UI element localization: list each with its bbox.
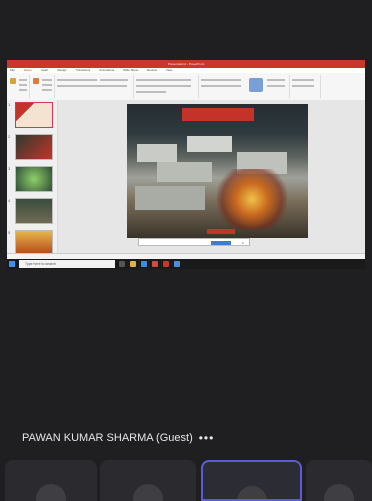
font-group [55,75,134,98]
slide-number: 4 [8,198,11,203]
clipboard-group [7,75,30,98]
paragraph-group [134,75,199,98]
slide-number: 3 [8,166,11,171]
ribbon-toolbar [7,73,365,101]
new-slide-icon[interactable] [33,78,39,84]
window-title: Presentation1 - PowerPoint [167,62,205,66]
slide-footer-bar [207,229,235,234]
search-placeholder: Type here to search [25,262,56,266]
slide-thumbnail[interactable] [15,166,53,192]
avatar [133,484,163,501]
participant-name-row: PAWAN KUMAR SHARMA (Guest) ••• [22,431,214,445]
notification-toast: ✕ [138,238,250,246]
slide-thumbnail[interactable] [15,198,53,224]
slide-title [182,108,254,121]
more-options-icon[interactable]: ••• [199,431,215,445]
participant-tile[interactable] [5,460,97,501]
slide-number: 2 [8,134,11,139]
slide-number: 5 [8,230,11,235]
slides-group [30,75,55,98]
taskbar-apps [119,261,180,267]
shared-screen: Presentation1 - PowerPoint File Home Ins… [7,60,365,269]
slide-number: 1 [8,102,11,107]
drawing-group [199,75,290,98]
windows-taskbar: Type here to search [7,259,365,269]
chrome-icon[interactable] [152,261,158,267]
avatar [236,486,267,499]
task-view-icon[interactable] [119,261,125,267]
close-icon[interactable]: ✕ [241,239,244,247]
paste-icon[interactable] [10,78,16,84]
current-slide[interactable] [127,104,308,238]
slide-editor: ✕ [58,100,365,253]
window-title-bar: Presentation1 - PowerPoint [7,60,365,68]
edge-icon[interactable] [141,261,147,267]
participant-tile[interactable] [306,460,372,501]
participant-tiles [0,460,372,501]
app-icon[interactable] [174,261,180,267]
powerpoint-icon[interactable] [163,261,169,267]
avatar [324,484,354,501]
shapes-icon[interactable] [249,78,263,92]
participant-tile-active[interactable] [201,460,302,501]
slide-thumbnail[interactable] [15,134,53,160]
file-explorer-icon[interactable] [130,261,136,267]
slide-thumbnails: 1 2 3 4 5 [7,100,58,256]
taskbar-search-box[interactable]: Type here to search [19,260,115,268]
slide-thumbnail[interactable] [15,102,53,128]
toast-action-button[interactable] [211,241,231,245]
participant-name: PAWAN KUMAR SHARMA (Guest) [22,432,193,444]
editing-group [290,75,321,98]
avatar [36,484,66,501]
participant-tile[interactable] [100,460,196,501]
slide-image [217,169,287,229]
windows-start-icon[interactable] [9,261,15,267]
